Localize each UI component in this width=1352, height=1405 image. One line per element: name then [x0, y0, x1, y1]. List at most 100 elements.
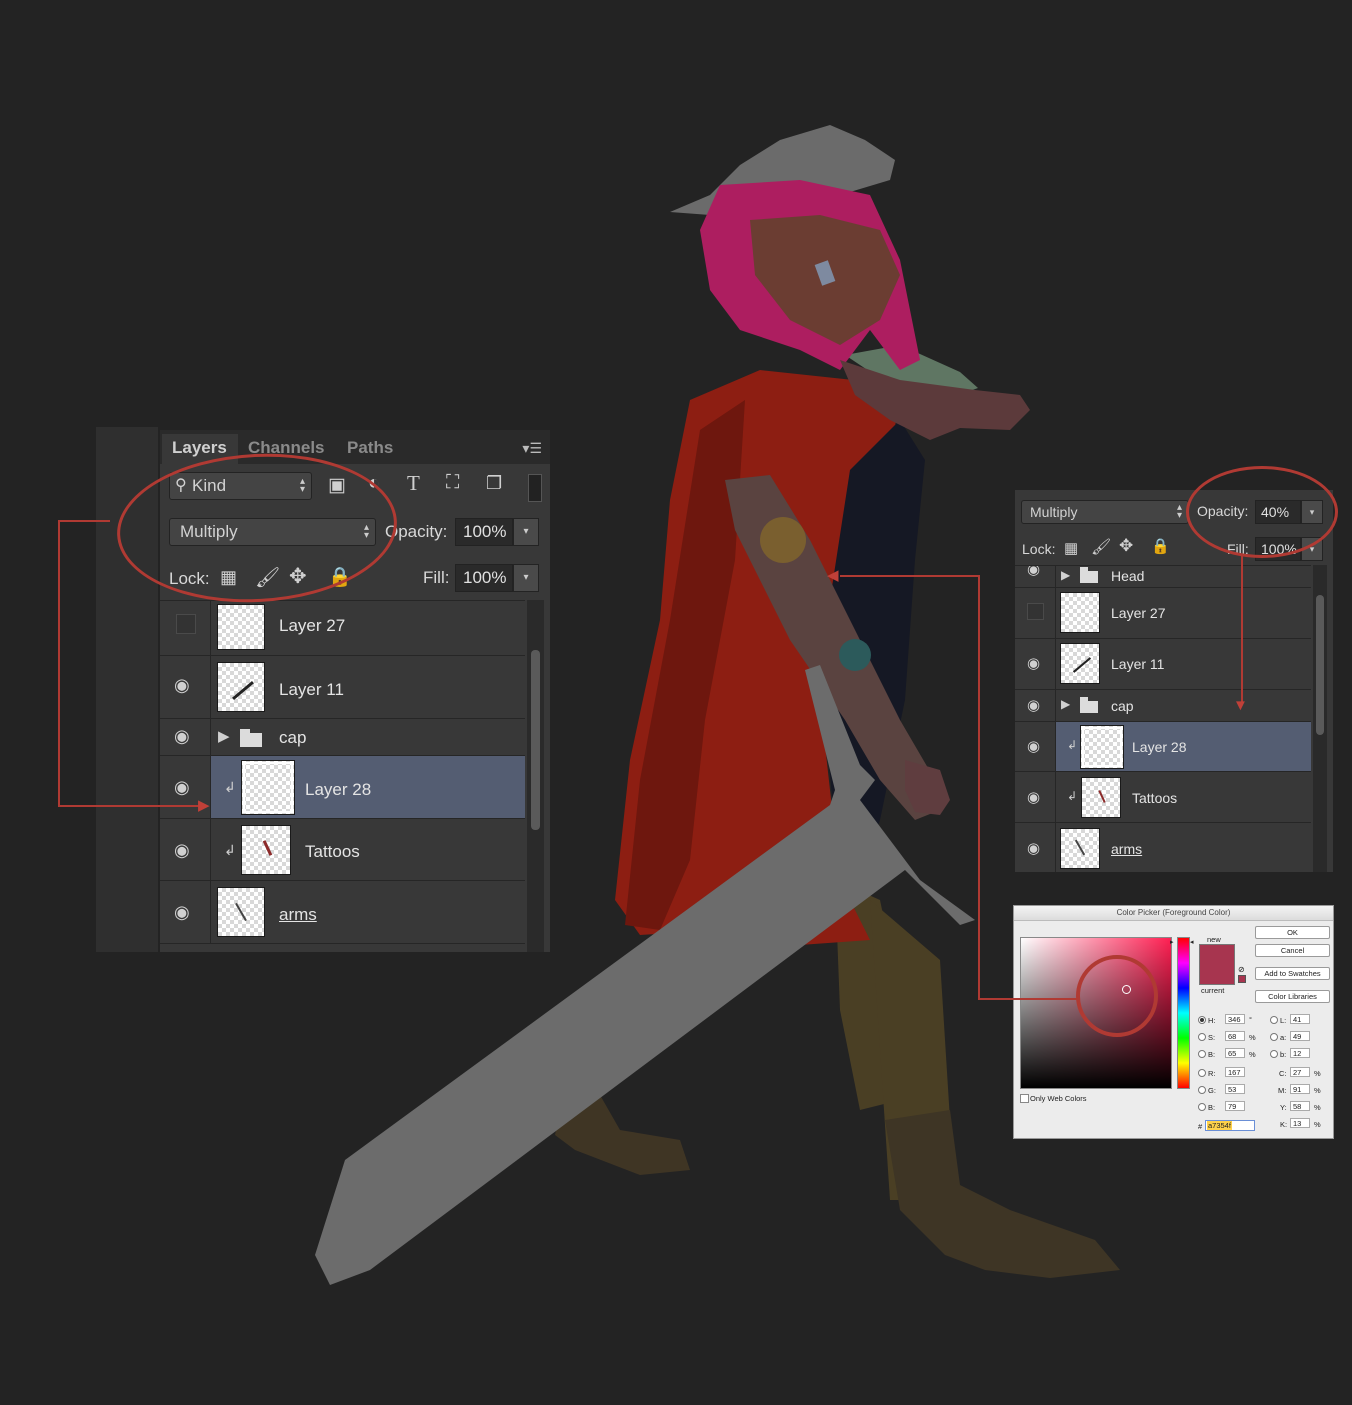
field-g[interactable]: 53	[1225, 1084, 1245, 1094]
opacity-field[interactable]: 100%	[455, 518, 513, 546]
hex-field[interactable]: a7354f	[1205, 1120, 1255, 1131]
eye-icon[interactable]: ◉	[1027, 839, 1040, 857]
layer-name: Layer 28	[305, 780, 372, 799]
scrollbar-thumb[interactable]	[1316, 595, 1324, 735]
field-b[interactable]: 65	[1225, 1048, 1245, 1058]
field-c[interactable]: 27	[1290, 1067, 1310, 1077]
eye-icon[interactable]: ◉	[1027, 696, 1040, 714]
label-l: L:	[1280, 1016, 1287, 1025]
eye-icon[interactable]: ◉	[174, 840, 190, 861]
only-web-colors-checkbox[interactable]	[1020, 1094, 1029, 1103]
hue-slider[interactable]	[1177, 937, 1190, 1089]
radio-a[interactable]	[1270, 1033, 1278, 1041]
field-m[interactable]: 91	[1290, 1084, 1310, 1094]
field-l[interactable]: 41	[1290, 1014, 1310, 1024]
annotation-line	[1241, 555, 1243, 703]
radio-s[interactable]	[1198, 1033, 1206, 1041]
current-label: current	[1201, 986, 1225, 995]
radio-r[interactable]	[1198, 1069, 1206, 1077]
layer-row[interactable]: ◉ ↲ Tattoos	[160, 818, 525, 880]
cancel-button[interactable]: Cancel	[1255, 944, 1330, 957]
eye-icon[interactable]: ◉	[1027, 566, 1040, 578]
layer-row[interactable]: Layer 27	[160, 600, 525, 655]
label-s: S:	[1208, 1033, 1216, 1042]
eye-icon[interactable]: ◉	[174, 726, 190, 747]
radio-lab-b[interactable]	[1270, 1050, 1278, 1058]
layer-row[interactable]: Layer 27	[1015, 587, 1311, 638]
layer-row[interactable]: ◉ ▶ cap	[160, 718, 525, 755]
expand-triangle-icon[interactable]: ▶	[218, 727, 230, 745]
layer-row[interactable]: ◉ Layer 11	[160, 655, 525, 718]
layer-row[interactable]: ◉ ↲ Tattoos	[1015, 771, 1311, 822]
eye-icon[interactable]: ◉	[1027, 788, 1040, 806]
fill-field[interactable]: 100%	[455, 564, 513, 592]
hue-slider-handle-right[interactable]: ◂	[1190, 938, 1194, 946]
gamut-warning-icon[interactable]: ⊘	[1238, 965, 1245, 974]
group-name: cap	[1111, 698, 1134, 714]
radio-l[interactable]	[1270, 1016, 1278, 1024]
color-libraries-button[interactable]: Color Libraries	[1255, 990, 1330, 1003]
type-filter-icon[interactable]: T	[407, 471, 420, 496]
layer-row[interactable]: ◉ ▶ cap	[1015, 689, 1311, 721]
layer-row[interactable]: ◉ ▶ Head	[1015, 565, 1311, 587]
smart-object-filter-icon[interactable]: ❐	[486, 473, 502, 494]
expand-triangle-icon[interactable]: ▶	[1061, 697, 1070, 711]
layer-row[interactable]: ◉ Layer 11	[1015, 638, 1311, 689]
field-lab-b[interactable]: 12	[1290, 1048, 1310, 1058]
hue-slider-handle-left[interactable]: ▸	[1170, 938, 1174, 946]
layer-row[interactable]: ◉ arms	[160, 880, 525, 943]
radio-g[interactable]	[1198, 1086, 1206, 1094]
shape-filter-icon[interactable]: ⛶	[446, 472, 459, 494]
radio-blue[interactable]	[1198, 1103, 1206, 1111]
field-blue[interactable]: 79	[1225, 1101, 1245, 1111]
folder-icon	[1080, 697, 1098, 713]
eye-icon[interactable]: ◉	[1027, 737, 1040, 755]
layer-thumbnail	[1060, 643, 1100, 684]
eye-icon[interactable]: ◉	[174, 777, 190, 798]
label-lab-b: b:	[1280, 1050, 1287, 1059]
hex-label: #	[1198, 1122, 1203, 1131]
tab-layers[interactable]: Layers	[172, 438, 227, 458]
filter-toggle-switch[interactable]	[528, 474, 542, 502]
opacity-slider-button[interactable]: ▾	[513, 518, 539, 546]
field-h[interactable]: 346	[1225, 1014, 1245, 1024]
layer-row[interactable]: ◉ arms	[1015, 822, 1311, 872]
annotation-circle-opacity	[1186, 466, 1338, 558]
field-k[interactable]: 13	[1290, 1118, 1310, 1128]
lock-paint-brush-icon[interactable]: 🖌	[1091, 537, 1111, 557]
tab-paths[interactable]: Paths	[347, 438, 393, 458]
layer-row-selected[interactable]: ◉ ↲ Layer 28	[1015, 721, 1311, 772]
field-s[interactable]: 68	[1225, 1031, 1245, 1041]
radio-b[interactable]	[1198, 1050, 1206, 1058]
field-r[interactable]: 167	[1225, 1067, 1245, 1077]
current-color-swatch[interactable]	[1199, 965, 1235, 985]
ok-button[interactable]: OK	[1255, 926, 1330, 939]
add-to-swatches-button[interactable]: Add to Swatches	[1255, 967, 1330, 980]
layers-scrollbar[interactable]	[1313, 565, 1327, 872]
folder-icon	[240, 729, 262, 747]
layers-scrollbar[interactable]	[527, 600, 544, 952]
fill-slider-button[interactable]: ▾	[513, 564, 539, 592]
eye-icon[interactable]: ◉	[174, 675, 190, 696]
layer-row-selected[interactable]: ◉ ↲ Layer 28	[160, 755, 525, 819]
eye-icon[interactable]: ◉	[174, 902, 190, 923]
lock-all-icon[interactable]: 🔒	[1151, 537, 1170, 555]
visibility-toggle-empty[interactable]	[1027, 603, 1044, 620]
field-y[interactable]: 58	[1290, 1101, 1310, 1111]
blend-mode-dropdown[interactable]: Multiply ▴ ▾	[1021, 500, 1189, 524]
unit-pct: %	[1314, 1069, 1321, 1078]
expand-triangle-icon[interactable]: ▶	[1061, 568, 1070, 582]
web-safe-cube-icon[interactable]	[1238, 975, 1246, 983]
layer-name: Tattoos	[1132, 790, 1178, 806]
layer-name: Layer 27	[279, 616, 346, 635]
radio-h[interactable]	[1198, 1016, 1206, 1024]
layer-thumbnail	[1060, 828, 1100, 869]
panel-menu-icon[interactable]: ▾☰	[522, 440, 542, 457]
lock-move-icon[interactable]: ✥	[1119, 536, 1133, 556]
eye-icon[interactable]: ◉	[1027, 654, 1040, 672]
scrollbar-thumb[interactable]	[531, 650, 540, 830]
visibility-toggle-empty[interactable]	[176, 614, 196, 634]
lock-transparency-icon[interactable]: ▦	[1064, 539, 1078, 557]
layer-name: Layer 28	[1132, 739, 1187, 755]
field-a[interactable]: 49	[1290, 1031, 1310, 1041]
